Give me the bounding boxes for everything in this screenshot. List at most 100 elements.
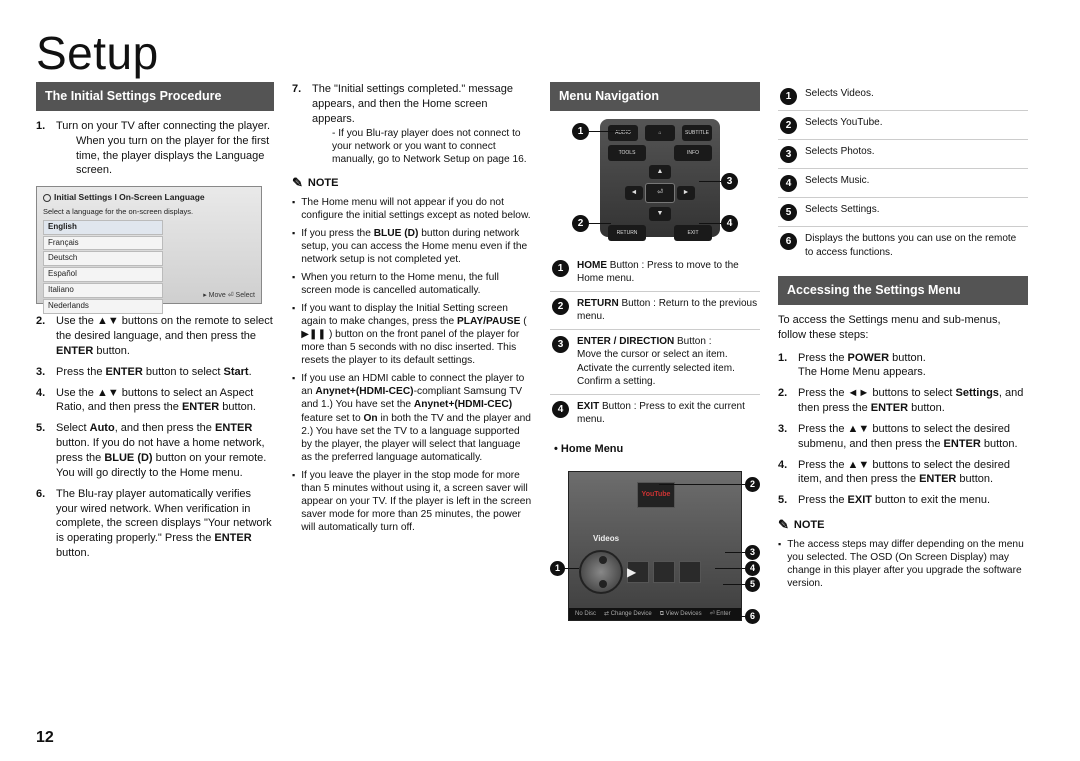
step-text: Press the ENTER button to select Start. bbox=[56, 366, 252, 378]
legend-number: 1 bbox=[780, 88, 797, 105]
lang-option: Français bbox=[43, 236, 163, 251]
bar-view: ⧉ View Devices bbox=[660, 610, 702, 618]
step-text: Use the ▲▼ buttons on the remote to sele… bbox=[56, 315, 273, 357]
film-reel-icon bbox=[579, 550, 623, 594]
desc-number: 3 bbox=[552, 336, 569, 353]
legend-number: 3 bbox=[780, 146, 797, 163]
access-step-2: 2.Press the ◄► buttons to select Setting… bbox=[778, 386, 1028, 416]
legend-number: 5 bbox=[780, 204, 797, 221]
step-text: The Blu-ray player automatically verifie… bbox=[56, 488, 272, 559]
legend-row: 3 Selects Photos. bbox=[778, 140, 1028, 169]
home-callout-2: 2 bbox=[745, 477, 760, 492]
step-number: 5. bbox=[778, 493, 792, 508]
step-2: 2.Use the ▲▼ buttons on the remote to se… bbox=[36, 314, 274, 359]
access-step-1: 1.Press the POWER button.The Home Menu a… bbox=[778, 351, 1028, 381]
lang-option: English bbox=[43, 220, 163, 235]
step-number: 5. bbox=[36, 421, 50, 480]
band-accessing-settings: Accessing the Settings Menu bbox=[778, 276, 1028, 305]
dpad-right-icon: ► bbox=[677, 186, 695, 200]
remote-diagram: AUDIO ⌂ SUBTITLE TOOLS INFO ▲ ▼ ◄ ► ⏎ bbox=[570, 119, 740, 244]
remote-desc-row: 1 HOME Button : Press to move to the Home… bbox=[550, 254, 760, 292]
note-icon: ✎ bbox=[778, 516, 789, 534]
step-number: 4. bbox=[36, 386, 50, 416]
dpad-enter-icon: ⏎ bbox=[645, 183, 675, 203]
youtube-tile: YouTube bbox=[637, 482, 675, 508]
notes-list: The Home menu will not appear if you do … bbox=[292, 196, 532, 534]
settings-thumb bbox=[679, 561, 701, 583]
home-bottom-bar: No Disc ⇄ Change Device ⧉ View Devices ⏎… bbox=[569, 608, 741, 620]
step-number: 7. bbox=[292, 82, 306, 166]
remote-desc-row: 3ENTER / DIRECTION Button :Move the curs… bbox=[550, 330, 760, 395]
home-callout-1: 1 bbox=[550, 561, 565, 576]
accessing-steps-list: 1.Press the POWER button.The Home Menu a… bbox=[778, 351, 1028, 509]
lang-option: Deutsch bbox=[43, 251, 163, 266]
dpad-left-icon: ◄ bbox=[625, 186, 643, 200]
remote-row-mid: TOOLS INFO bbox=[608, 145, 712, 161]
step-5: 5.Select Auto, and then press the ENTER … bbox=[36, 421, 274, 480]
legend-row: 1 Selects Videos. bbox=[778, 82, 1028, 111]
step-number: 3. bbox=[778, 422, 792, 452]
legend-text: Selects Videos. bbox=[805, 87, 874, 101]
lead-1 bbox=[589, 131, 631, 132]
lang-option: Italiano bbox=[43, 283, 163, 298]
step-text: Press the ▲▼ buttons to select the desir… bbox=[798, 422, 1028, 452]
videos-label: Videos bbox=[593, 534, 619, 545]
home-legend: 1 Selects Videos. 2 Selects YouTube. 3 Select… bbox=[778, 82, 1028, 264]
remote-dpad: ▲ ▼ ◄ ► ⏎ bbox=[625, 165, 695, 221]
columns: The Initial Settings Procedure 1.Turn on… bbox=[36, 82, 1044, 637]
desc-text: HOME Button : Press to move to the Home … bbox=[577, 259, 758, 286]
callout-2: 2 bbox=[572, 215, 589, 232]
manual-page: Setup The Initial Settings Procedure 1.T… bbox=[0, 0, 1080, 761]
home-callout-4: 4 bbox=[745, 561, 760, 576]
bar-change: ⇄ Change Device bbox=[604, 610, 652, 618]
step-text: Select Auto, and then press the ENTER bu… bbox=[56, 422, 266, 479]
remote-btn-info: INFO bbox=[674, 145, 712, 161]
accessing-intro: To access the Settings menu and sub-menu… bbox=[778, 313, 1028, 343]
remote-btn-home: ⌂ bbox=[645, 125, 675, 141]
legend-row: 5Selects Settings. bbox=[778, 198, 1028, 227]
dpad-down-icon: ▼ bbox=[649, 207, 671, 221]
legend-text: Displays the buttons you can use on the … bbox=[805, 232, 1026, 259]
remote-btn-audio: AUDIO bbox=[608, 125, 638, 141]
step-4: 4.Use the ▲▼ buttons to select an Aspect… bbox=[36, 386, 274, 416]
step-number: 4. bbox=[778, 458, 792, 488]
legend-text: Selects YouTube. bbox=[805, 116, 882, 130]
language-screenshot: Initial Settings I On-Screen LanguageSel… bbox=[36, 186, 262, 304]
note-heading-2: ✎ NOTE bbox=[778, 516, 1028, 534]
legend-number: 2 bbox=[780, 117, 797, 134]
legend-text: Selects Music. bbox=[805, 174, 869, 188]
col-initial-settings: The Initial Settings Procedure 1.Turn on… bbox=[36, 82, 274, 637]
step-6: 6.The Blu-ray player automatically verif… bbox=[36, 487, 274, 561]
note-item: When you return to the Home menu, the fu… bbox=[292, 271, 532, 297]
remote-row-top: AUDIO ⌂ SUBTITLE bbox=[608, 125, 712, 141]
lang-option: Español bbox=[43, 267, 163, 282]
desc-text: EXIT Button : Press to exit the current … bbox=[577, 400, 758, 427]
dpad-up-icon: ▲ bbox=[649, 165, 671, 179]
home-callout-3: 3 bbox=[745, 545, 760, 560]
lead-3 bbox=[699, 181, 721, 182]
desc-text: RETURN Button : Return to the previous m… bbox=[577, 297, 758, 324]
note-item: The Home menu will not appear if you do … bbox=[292, 196, 532, 222]
note-label: NOTE bbox=[794, 518, 825, 533]
step-subtext: - If you Blu-ray player does not connect… bbox=[332, 127, 532, 167]
remote-btn-exit: EXIT bbox=[674, 225, 712, 241]
step-number: 2. bbox=[778, 386, 792, 416]
right-arrow-icon: ▶ bbox=[627, 564, 636, 580]
band-menu-nav: Menu Navigation bbox=[550, 82, 760, 111]
desc-number: 1 bbox=[552, 260, 569, 277]
legend-row: 2 Selects YouTube. bbox=[778, 111, 1028, 140]
notes-list-2: The access steps may differ depending on… bbox=[778, 538, 1028, 590]
legend-text: Selects Photos. bbox=[805, 145, 874, 159]
step-text: Turn on your TV after connecting the pla… bbox=[56, 120, 270, 132]
home-screen-mock: YouTube Videos ▶ No Disc ⇄ Change Device… bbox=[568, 471, 742, 621]
legend-row: 6Displays the buttons you can use on the… bbox=[778, 227, 1028, 264]
step-number: 1. bbox=[778, 351, 792, 381]
music-thumb bbox=[653, 561, 675, 583]
step-subtext: When you turn on the player for the firs… bbox=[76, 134, 274, 179]
note-icon: ✎ bbox=[292, 174, 303, 192]
home-callout-6: 6 bbox=[745, 609, 760, 624]
access-step-4: 4.Press the ▲▼ buttons to select the des… bbox=[778, 458, 1028, 488]
step-7: 7. The "Initial settings completed." mes… bbox=[292, 82, 532, 166]
remote-desc-row: 2RETURN Button : Return to the previous … bbox=[550, 292, 760, 330]
home-menu-heading: • Home Menu bbox=[554, 442, 760, 457]
